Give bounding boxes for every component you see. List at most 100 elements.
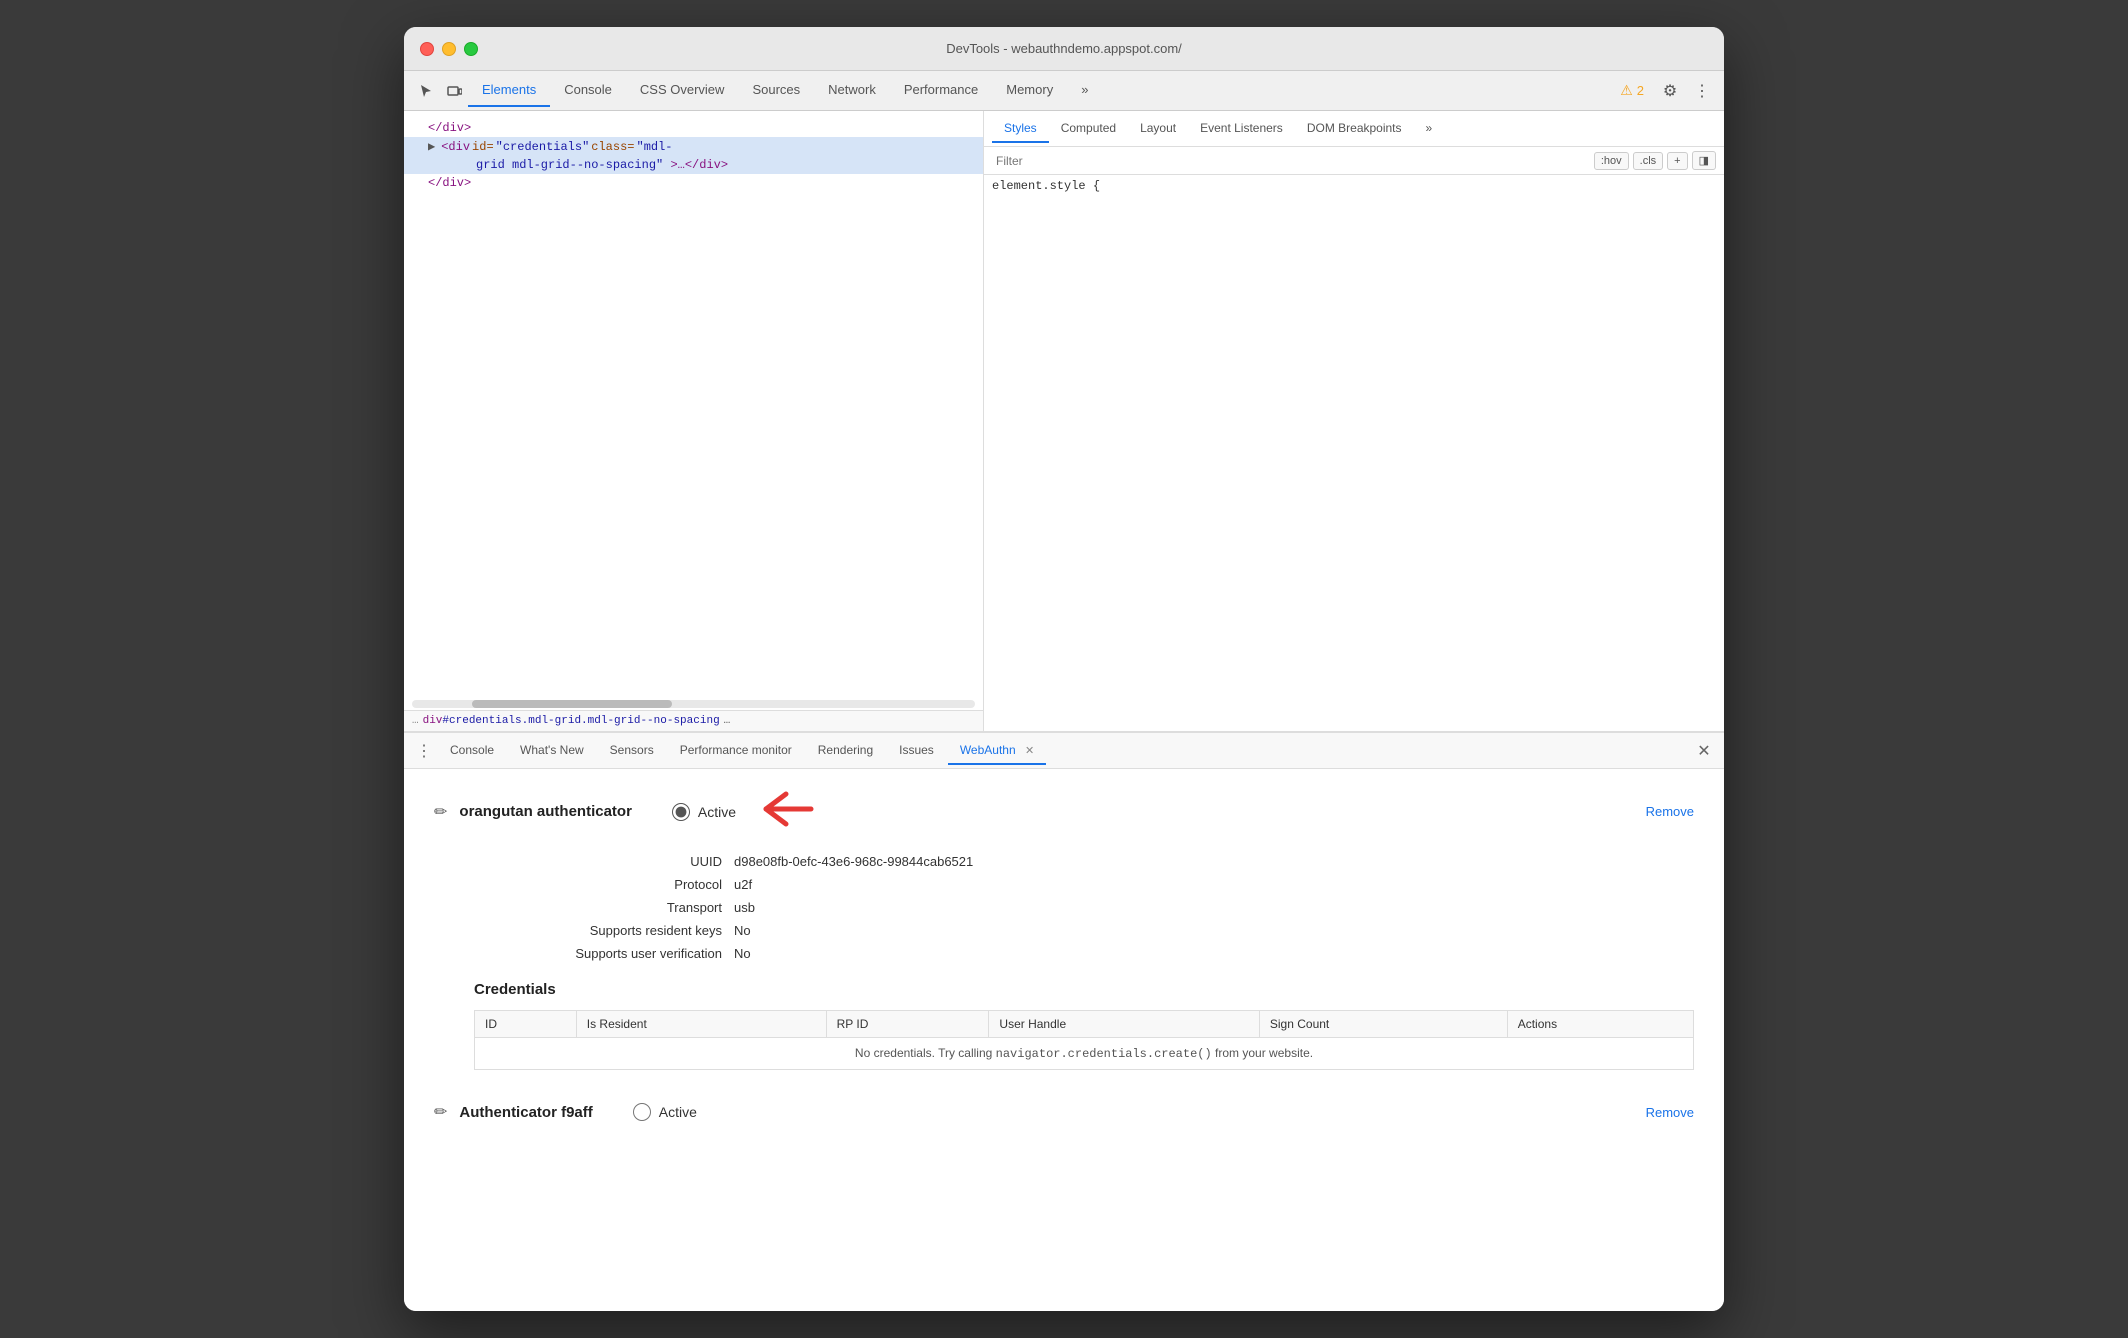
protocol-label: Protocol [474, 877, 734, 892]
resident-keys-label: Supports resident keys [474, 923, 734, 938]
tab-memory[interactable]: Memory [992, 74, 1067, 107]
authenticator-2-name: Authenticator f9aff [459, 1104, 592, 1121]
tab-elements[interactable]: Elements [468, 74, 550, 107]
col-sign-count: Sign Count [1259, 1011, 1507, 1038]
tab-dom-breakpoints[interactable]: DOM Breakpoints [1295, 115, 1414, 143]
styles-filter-bar: :hov .cls + ◨ [984, 147, 1724, 175]
user-verification-label: Supports user verification [474, 946, 734, 961]
cursor-icon[interactable] [412, 77, 440, 105]
devtools-top-tabs: Elements Console CSS Overview Sources Ne… [404, 71, 1724, 111]
tab-network[interactable]: Network [814, 74, 890, 107]
warning-badge[interactable]: ⚠ 2 [1612, 78, 1652, 103]
protocol-value: u2f [734, 877, 1694, 892]
credentials-table: ID Is Resident RP ID User Handle Sign Co… [474, 1010, 1694, 1070]
authenticator-2-edit-icon[interactable]: ✏ [434, 1102, 447, 1122]
add-style-button[interactable]: + [1667, 152, 1687, 170]
col-is-resident: Is Resident [576, 1011, 826, 1038]
more-tabs-button[interactable]: » [1067, 74, 1102, 107]
col-user-handle: User Handle [989, 1011, 1259, 1038]
html-line-2-selected[interactable]: ▶ <div id="credentials" class="mdl- [404, 137, 983, 156]
no-credentials-cell: No credentials. Try calling navigator.cr… [475, 1038, 1694, 1070]
drawer-tab-sensors[interactable]: Sensors [598, 737, 666, 765]
tab-console[interactable]: Console [550, 74, 626, 107]
maximize-button[interactable] [464, 42, 478, 56]
tab-computed[interactable]: Computed [1049, 115, 1128, 143]
tab-sources[interactable]: Sources [738, 74, 814, 107]
traffic-lights [420, 42, 478, 56]
main-area: </div> ▶ <div id="credentials" class="md… [404, 111, 1724, 731]
styles-filter-input[interactable] [992, 152, 1590, 170]
drawer-tab-webauthn[interactable]: WebAuthn ✕ [948, 737, 1046, 765]
uuid-label: UUID [474, 854, 734, 869]
transport-label: Transport [474, 900, 734, 915]
settings-icon[interactable]: ⚙ [1656, 77, 1684, 105]
authenticator-2-header: ✏ Authenticator f9aff Active Remove [434, 1102, 1694, 1122]
tab-performance[interactable]: Performance [890, 74, 992, 107]
authenticator-1-active-group: Active [672, 789, 816, 834]
menu-icon[interactable]: ⋮ [1688, 77, 1716, 105]
drawer-menu-icon[interactable]: ⋮ [412, 739, 436, 763]
tab-event-listeners[interactable]: Event Listeners [1188, 115, 1295, 143]
tab-css-overview[interactable]: CSS Overview [626, 74, 739, 107]
styles-tabs: Styles Computed Layout Event Listeners D… [984, 111, 1724, 147]
elements-panel: </div> ▶ <div id="credentials" class="md… [404, 111, 984, 731]
red-arrow [756, 789, 816, 834]
tab-styles[interactable]: Styles [992, 115, 1049, 143]
breadcrumb-bar: … div#credentials.mdl-grid.mdl-grid--no-… [404, 710, 983, 731]
authenticator-1-header: ✏ orangutan authenticator Active [434, 789, 1694, 834]
transport-value: usb [734, 900, 1694, 915]
webauthn-panel-content: ✏ orangutan authenticator Active [404, 769, 1724, 1311]
authenticator-2-active-label: Active [659, 1104, 697, 1120]
no-credentials-row: No credentials. Try calling navigator.cr… [475, 1038, 1694, 1070]
drawer-close-button[interactable]: ✕ [1692, 739, 1716, 763]
title-bar: DevTools - webauthndemo.appspot.com/ [404, 27, 1724, 71]
webauthn-tab-close[interactable]: ✕ [1025, 745, 1034, 757]
bottom-drawer: ⋮ Console What's New Sensors Performance… [404, 731, 1724, 1311]
close-button[interactable] [420, 42, 434, 56]
credentials-heading: Credentials [474, 981, 1694, 998]
drawer-tab-issues[interactable]: Issues [887, 737, 946, 765]
html-line-1: </div> [404, 119, 983, 137]
user-verification-value: No [734, 946, 1694, 961]
devtools-window: DevTools - webauthndemo.appspot.com/ Ele… [404, 27, 1724, 1311]
authenticator-1-remove-link[interactable]: Remove [1646, 804, 1694, 819]
drawer-tab-rendering[interactable]: Rendering [806, 737, 885, 765]
tab-more-styles[interactable]: » [1414, 115, 1445, 143]
style-rule: element.style { [984, 175, 1724, 197]
drawer-tab-performance-monitor[interactable]: Performance monitor [668, 737, 804, 765]
tab-layout[interactable]: Layout [1128, 115, 1188, 143]
breadcrumb-more[interactable]: … [724, 715, 731, 727]
drawer-tab-console[interactable]: Console [438, 737, 506, 765]
drawer-tabs: ⋮ Console What's New Sensors Performance… [404, 733, 1724, 769]
no-creds-text-before: No credentials. Try calling [855, 1046, 996, 1060]
warning-icon: ⚠ [1620, 82, 1633, 99]
authenticator-1-active-label: Active [698, 804, 736, 820]
minimize-button[interactable] [442, 42, 456, 56]
breadcrumb-link[interactable]: div#credentials.mdl-grid.mdl-grid--no-sp… [423, 715, 720, 727]
cls-button[interactable]: .cls [1633, 152, 1664, 170]
uuid-value: d98e08fb-0efc-43e6-968c-99844cab6521 [734, 854, 1694, 869]
authenticator-1-name: orangutan authenticator [459, 803, 632, 820]
styles-panel: Styles Computed Layout Event Listeners D… [984, 111, 1724, 731]
window-title: DevTools - webauthndemo.appspot.com/ [946, 41, 1182, 56]
credentials-table-header-row: ID Is Resident RP ID User Handle Sign Co… [475, 1011, 1694, 1038]
warning-count: 2 [1637, 83, 1644, 98]
no-creds-text-after: from your website. [1212, 1046, 1313, 1060]
breadcrumb-dots: … [412, 715, 419, 727]
authenticator-2-remove-link[interactable]: Remove [1646, 1105, 1694, 1120]
col-id: ID [475, 1011, 577, 1038]
drawer-tab-whats-new[interactable]: What's New [508, 737, 596, 765]
device-toolbar-icon[interactable] [440, 77, 468, 105]
elements-tree[interactable]: </div> ▶ <div id="credentials" class="md… [404, 111, 983, 698]
html-line-3: </div> [404, 174, 983, 192]
authenticator-1-edit-icon[interactable]: ✏ [434, 802, 447, 822]
hov-button[interactable]: :hov [1594, 152, 1629, 170]
resident-keys-value: No [734, 923, 1694, 938]
layout-toggle-button[interactable]: ◨ [1692, 151, 1716, 170]
authenticator-2-active-radio[interactable] [633, 1103, 651, 1121]
devtools-toolbar-right: ⚠ 2 ⚙ ⋮ [1612, 77, 1716, 105]
authenticator-1-section: ✏ orangutan authenticator Active [434, 789, 1694, 1070]
col-rp-id: RP ID [826, 1011, 989, 1038]
authenticator-1-active-radio[interactable] [672, 803, 690, 821]
horizontal-scrollbar[interactable] [412, 700, 975, 708]
